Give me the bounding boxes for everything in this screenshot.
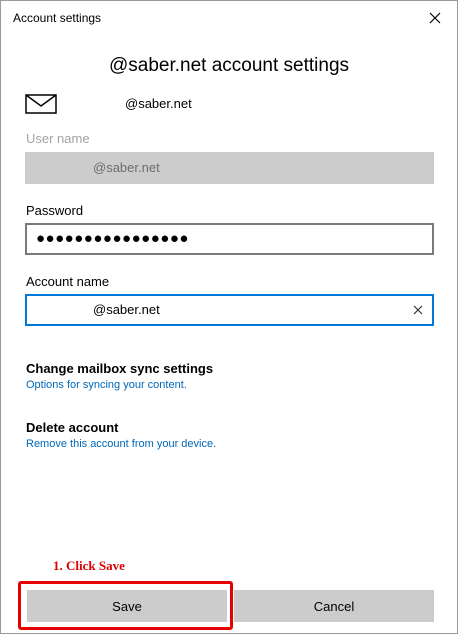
window-title: Account settings [13, 11, 102, 25]
close-button[interactable] [413, 1, 457, 35]
close-icon [429, 12, 441, 24]
delete-account-link[interactable]: Remove this account from your device. [26, 438, 216, 450]
page-title: @saber.net account settings [108, 55, 350, 76]
account-email: @saber.net [125, 96, 192, 111]
password-field[interactable]: ●●●●●●●●●●●●●●●● [25, 223, 434, 255]
account-email-row: @saber.net [25, 93, 435, 115]
user-name-field: @saber.net [25, 152, 434, 184]
sync-settings-link[interactable]: Options for syncing your content. [26, 379, 187, 391]
account-name-label: Account name [26, 274, 110, 289]
password-label: Password [26, 203, 84, 218]
clear-icon [413, 305, 423, 315]
cancel-button[interactable]: Cancel [234, 590, 434, 622]
password-value: ●●●●●●●●●●●●●●●● [36, 230, 189, 247]
mail-icon [25, 94, 57, 114]
title-bar: Account settings [1, 1, 457, 35]
sync-settings-title: Change mailbox sync settings [26, 361, 214, 376]
account-name-field[interactable]: @saber.net [25, 294, 434, 326]
instruction-annotation: 1. Click Save [53, 558, 125, 573]
account-settings-dialog: Account settings @saber.net account sett… [0, 0, 458, 634]
clear-field-button[interactable] [410, 302, 426, 318]
account-name-value: @saber.net [93, 302, 160, 317]
save-button[interactable]: Save [27, 590, 227, 622]
user-name-value: @saber.net [93, 160, 160, 175]
user-name-label: User name [26, 131, 90, 146]
delete-account-title: Delete account [26, 420, 119, 435]
